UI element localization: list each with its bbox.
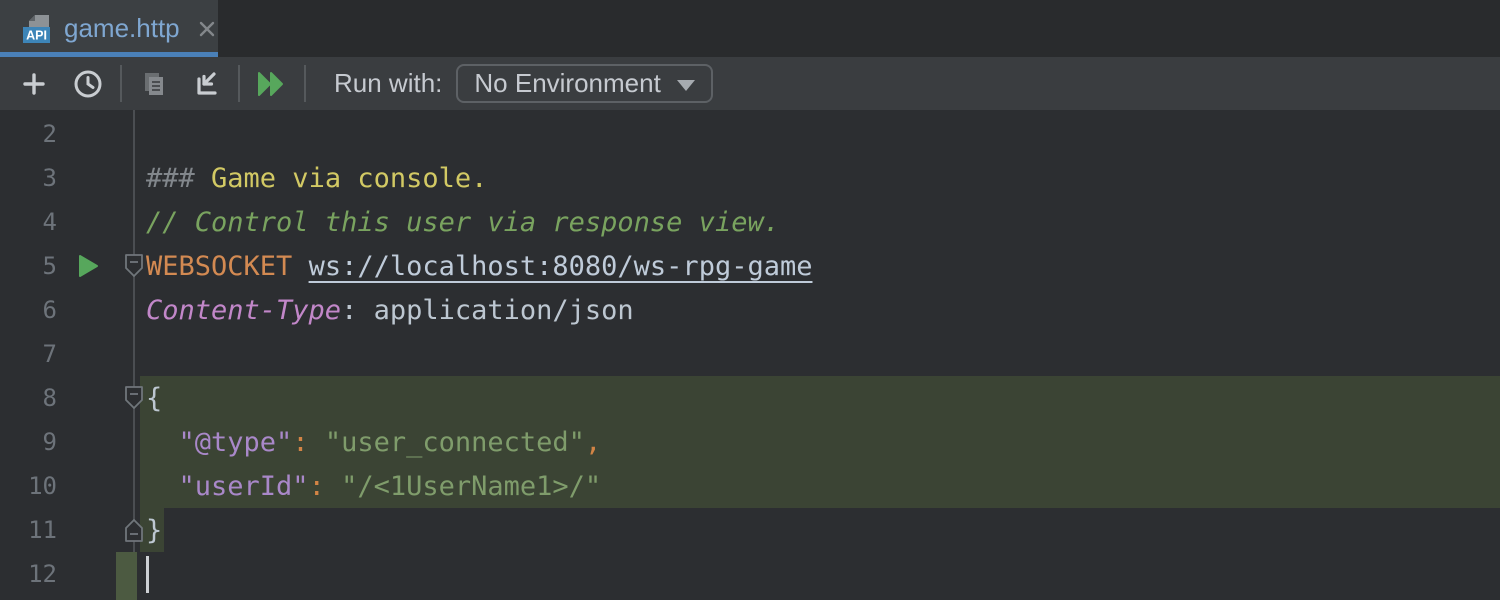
run-request-icon[interactable] <box>76 254 100 278</box>
close-icon[interactable] <box>196 18 218 40</box>
history-clock-icon[interactable] <box>66 62 110 106</box>
code-line: 9 "@type": "user_connected", <box>0 420 1500 464</box>
chevron-down-icon <box>677 80 695 91</box>
text-cursor <box>146 556 149 593</box>
line-number: 11 <box>0 508 57 552</box>
fold-marker-icon[interactable] <box>122 517 146 543</box>
code-line: 4 // Control this user via response view… <box>0 200 1500 244</box>
code-text: "@type": "user_connected", <box>146 420 601 464</box>
code-line: 11 } <box>0 508 1500 552</box>
code-line: 8 { <box>0 376 1500 420</box>
environment-selected-value: No Environment <box>474 68 660 99</box>
run-with-label: Run with: <box>334 68 442 99</box>
fold-marker-icon[interactable] <box>122 385 146 411</box>
http-client-toolbar: Run with: No Environment <box>0 57 1500 110</box>
code-line: 6 Content-Type: application/json <box>0 288 1500 332</box>
code-lines: 2 3 <box>0 112 1500 596</box>
line-number: 4 <box>0 200 57 244</box>
vcs-added-marker <box>116 552 137 600</box>
code-text: { <box>146 376 162 420</box>
tab-title: game.http <box>64 13 180 44</box>
line-number: 2 <box>0 112 57 156</box>
editor-tab-bar: API game.http <box>0 0 1500 57</box>
code-line: 10 "userId": "/<1UserName1>/" <box>0 464 1500 508</box>
import-down-left-arrow-icon[interactable] <box>184 62 228 106</box>
line-number: 9 <box>0 420 57 464</box>
line-number: 5 <box>0 244 57 288</box>
code-line: 5 WEBSOCKET ws://localhost:8080/ws-rpg-g… <box>0 244 1500 288</box>
http-client-window: API game.http <box>0 0 1500 600</box>
code-line: 2 <box>0 112 1500 156</box>
run-all-icon[interactable] <box>250 62 294 106</box>
fold-marker-icon[interactable] <box>122 253 146 279</box>
code-line: 7 <box>0 332 1500 376</box>
code-text: // Control this user via response view. <box>146 200 780 244</box>
svg-text:API: API <box>26 28 47 42</box>
toolbar-separator <box>120 65 122 102</box>
environment-select[interactable]: No Environment <box>456 64 712 103</box>
line-number: 6 <box>0 288 57 332</box>
code-text: Content-Type: application/json <box>146 288 634 332</box>
injected-fragment-highlight <box>140 376 1500 420</box>
code-text: "userId": "/<1UserName1>/" <box>146 464 601 508</box>
line-number: 3 <box>0 156 57 200</box>
code-text: } <box>146 508 162 552</box>
code-text: WEBSOCKET ws://localhost:8080/ws-rpg-gam… <box>146 244 812 288</box>
code-text: ### Game via console. <box>146 156 487 200</box>
line-number: 8 <box>0 376 57 420</box>
code-line: 3 ### Game via console. <box>0 156 1500 200</box>
code-editor[interactable]: 2 3 <box>0 110 1500 600</box>
line-number: 7 <box>0 332 57 376</box>
add-request-icon[interactable] <box>12 62 56 106</box>
toolbar-separator <box>238 65 240 102</box>
line-number: 12 <box>0 552 57 596</box>
api-file-icon: API <box>20 12 54 46</box>
tab-game-http[interactable]: API game.http <box>0 0 218 57</box>
toolbar-separator <box>304 65 306 102</box>
line-number: 10 <box>0 464 57 508</box>
copy-icon[interactable] <box>132 62 176 106</box>
code-line: 12 <box>0 552 1500 596</box>
